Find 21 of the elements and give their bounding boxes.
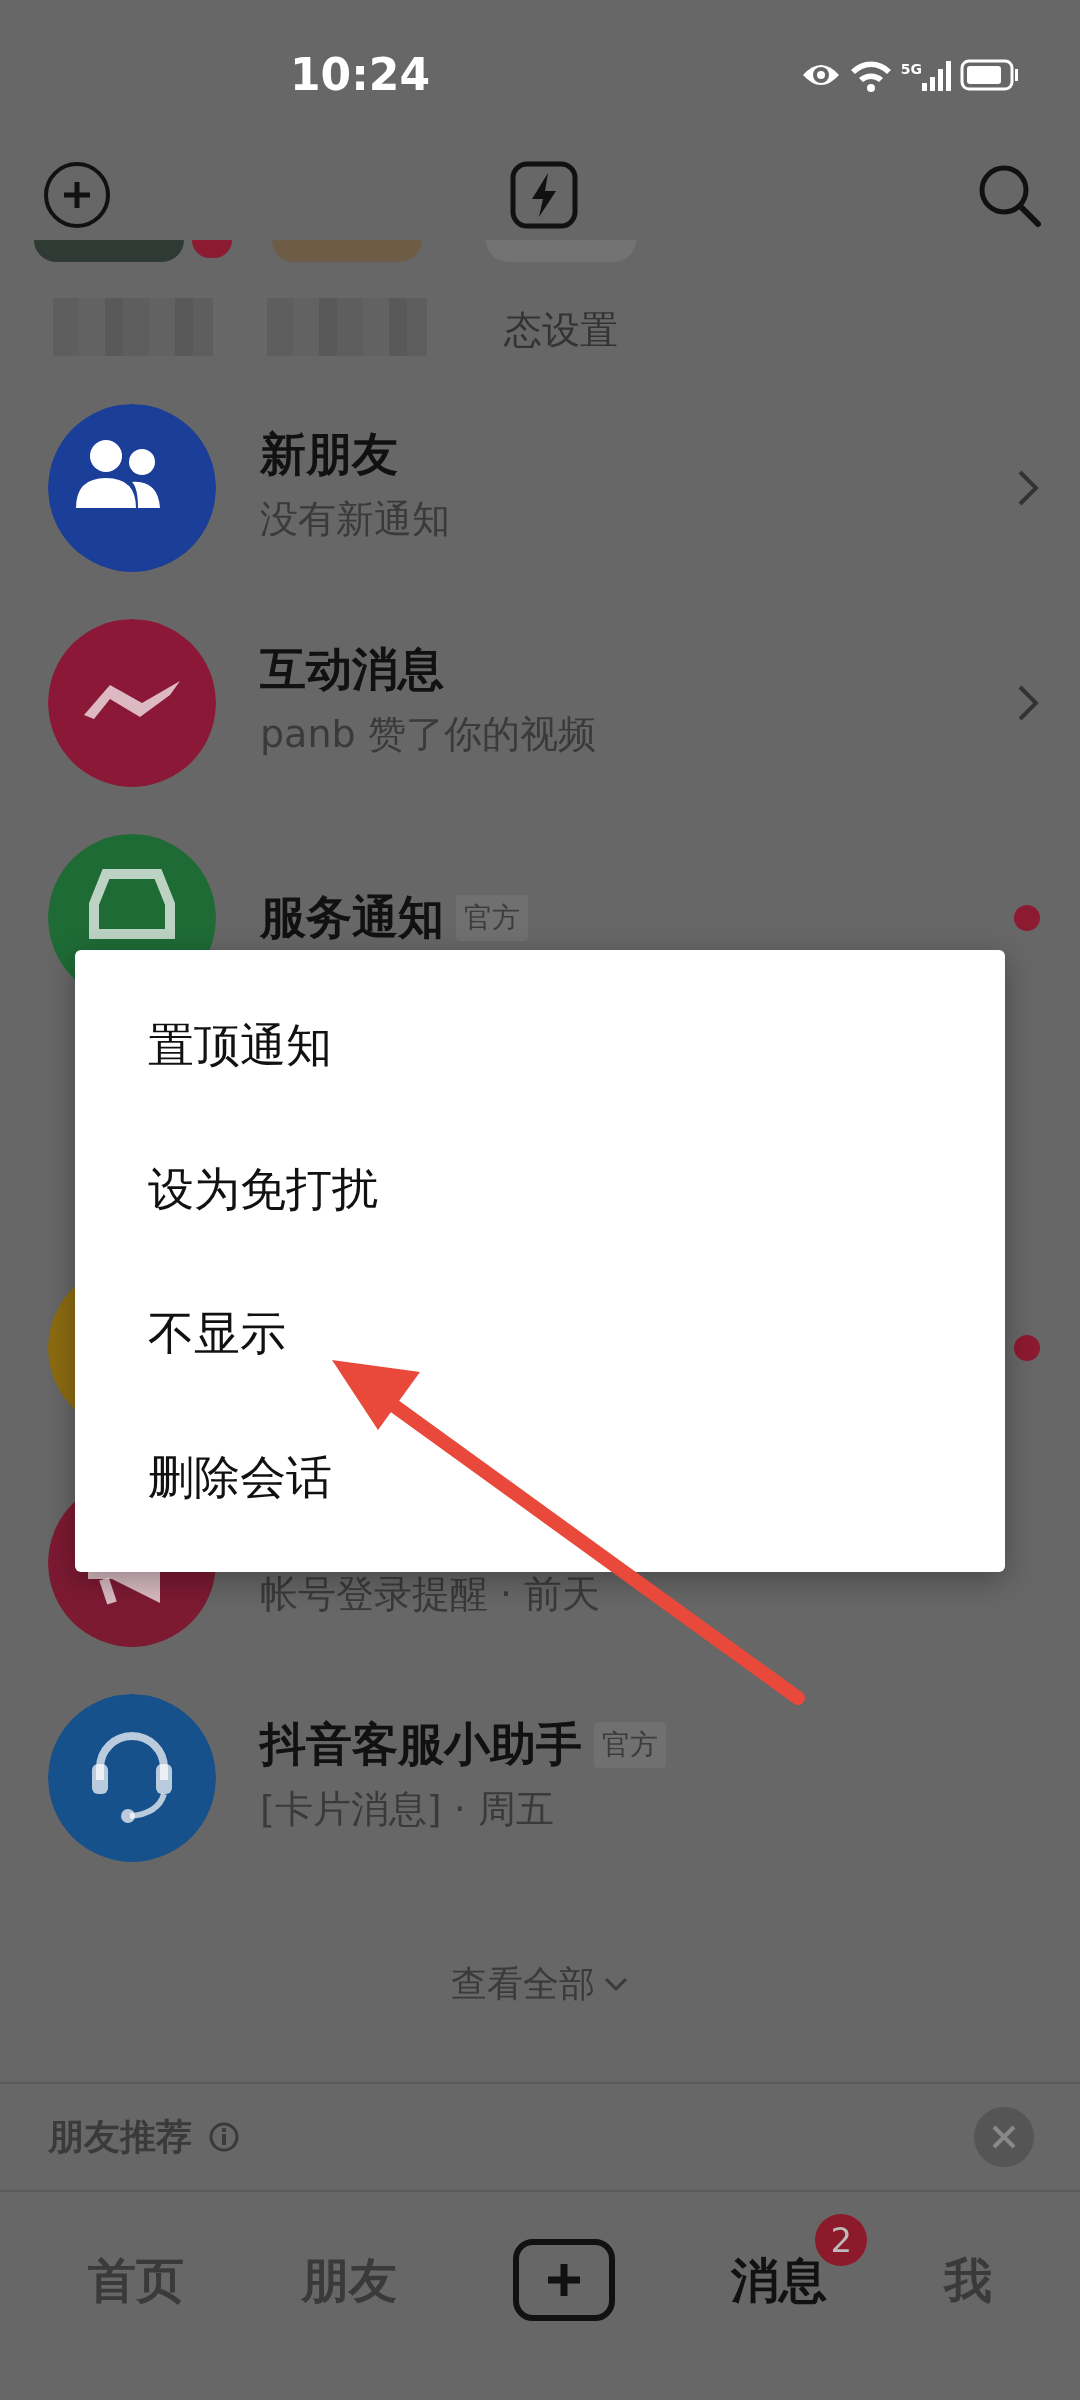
menu-item[interactable]: 不显示 [75,1261,1005,1405]
close-icon [991,2124,1017,2150]
battery-icon [960,59,1020,91]
create-button[interactable] [512,2238,615,2321]
menu-item[interactable]: 置顶通知 [75,973,1005,1117]
conversation-title: 服务通知 [260,889,444,946]
chevron-down-icon [603,1975,629,1992]
avatar[interactable] [48,618,216,787]
lightning-icon[interactable] [510,161,578,229]
add-icon[interactable] [42,160,112,230]
signal-icon [922,59,952,91]
conversation-title: 抖音客服小助手 [260,1717,582,1773]
clock-time: 10:24 [290,48,431,102]
avatar[interactable] [48,1693,216,1862]
menu-item[interactable]: 设为免打扰 [75,1117,1005,1261]
avatar[interactable] [48,403,216,572]
conversation-title: 新朋友 [260,427,398,483]
menu-item[interactable]: 删除会话 [75,1405,1005,1549]
conversation-title: 互动消息 [260,642,444,698]
network-type: 5G [900,60,922,79]
info-icon[interactable] [208,2121,240,2153]
